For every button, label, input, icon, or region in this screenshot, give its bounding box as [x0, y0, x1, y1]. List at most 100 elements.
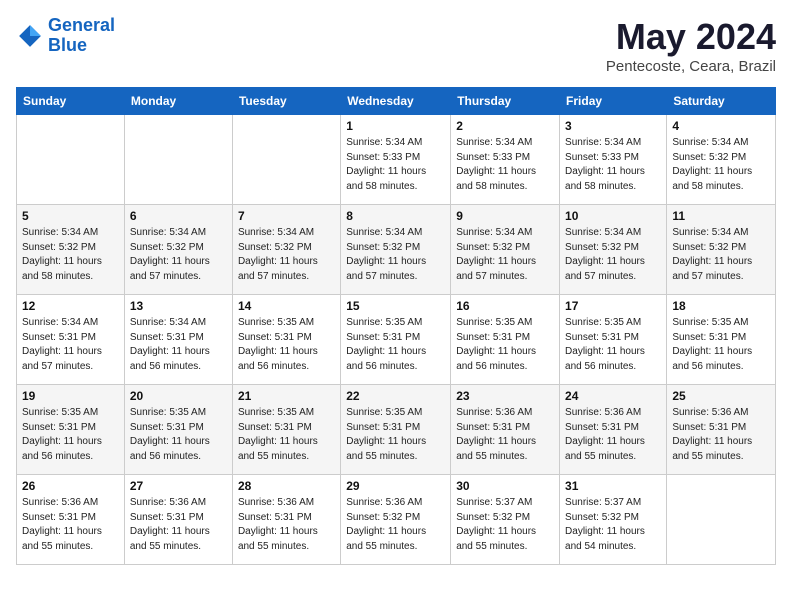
table-row: 9 Sunrise: 5:34 AM Sunset: 5:32 PM Daylig…: [451, 205, 560, 295]
table-row: 26 Sunrise: 5:36 AM Sunset: 5:31 PM Dayli…: [17, 475, 125, 565]
table-row: [124, 115, 232, 205]
day-info: Sunrise: 5:34 AM Sunset: 5:32 PM Dayligh…: [565, 226, 661, 284]
day-info: Sunrise: 5:36 AM Sunset: 5:32 PM Dayligh…: [346, 496, 445, 554]
day-info: Sunrise: 5:36 AM Sunset: 5:31 PM Dayligh…: [456, 406, 554, 464]
day-number: 27: [130, 479, 227, 493]
table-row: 28 Sunrise: 5:36 AM Sunset: 5:31 PM Dayli…: [232, 475, 340, 565]
day-info: Sunrise: 5:35 AM Sunset: 5:31 PM Dayligh…: [565, 316, 661, 374]
day-number: 17: [565, 299, 661, 313]
logo-icon: [16, 22, 44, 50]
table-row: 15Sunrise: 5:35 AM Sunset: 5:31 PM Dayli…: [341, 295, 451, 385]
calendar-body: 1 Sunrise: 5:34 AM Sunset: 5:33 PM Daylig…: [17, 115, 776, 565]
table-row: 16 Sunrise: 5:35 AM Sunset: 5:31 PM Dayli…: [451, 295, 560, 385]
day-info: Sunrise: 5:34 AM Sunset: 5:33 PM Dayligh…: [346, 136, 445, 194]
table-row: 4Sunrise: 5:34 AM Sunset: 5:32 PM Daylig…: [667, 115, 776, 205]
table-row: 20Sunrise: 5:35 AM Sunset: 5:31 PM Dayli…: [124, 385, 232, 475]
day-number: 28: [238, 479, 335, 493]
day-info: Sunrise: 5:35 AM Sunset: 5:31 PM Dayligh…: [346, 316, 445, 374]
day-number: 5: [22, 209, 119, 223]
day-info: Sunrise: 5:36 AM Sunset: 5:31 PM Dayligh…: [22, 496, 119, 554]
col-saturday: Saturday: [667, 88, 776, 115]
day-number: 26: [22, 479, 119, 493]
logo-text: General Blue: [48, 16, 115, 56]
table-row: 21 Sunrise: 5:35 AM Sunset: 5:31 PM Dayli…: [232, 385, 340, 475]
day-info: Sunrise: 5:34 AM Sunset: 5:32 PM Dayligh…: [238, 226, 335, 284]
table-row: 12 Sunrise: 5:34 AM Sunset: 5:31 PM Dayli…: [17, 295, 125, 385]
day-number: 16: [456, 299, 554, 313]
table-row: 8 Sunrise: 5:34 AM Sunset: 5:32 PM Daylig…: [341, 205, 451, 295]
day-info: Sunrise: 5:34 AM Sunset: 5:33 PM Dayligh…: [565, 136, 661, 194]
table-row: 17 Sunrise: 5:35 AM Sunset: 5:31 PM Dayli…: [560, 295, 667, 385]
day-info: Sunrise: 5:34 AM Sunset: 5:31 PM Dayligh…: [22, 316, 119, 374]
table-row: 19 Sunrise: 5:35 AM Sunset: 5:31 PM Dayli…: [17, 385, 125, 475]
day-info: Sunrise: 5:36 AM Sunset: 5:31 PM Dayligh…: [238, 496, 335, 554]
col-friday: Friday: [560, 88, 667, 115]
table-row: [667, 475, 776, 565]
table-row: 27 Sunrise: 5:36 AM Sunset: 5:31 PM Dayli…: [124, 475, 232, 565]
table-row: 10 Sunrise: 5:34 AM Sunset: 5:32 PM Dayli…: [560, 205, 667, 295]
logo: General Blue: [16, 16, 115, 56]
day-number: 4: [672, 119, 770, 133]
col-monday: Monday: [124, 88, 232, 115]
day-number: 20: [130, 389, 227, 403]
day-info: Sunrise: 5:34 AM Sunset: 5:32 PM Dayligh…: [672, 226, 770, 284]
day-info: Sunrise: 5:34 AM Sunset: 5:31 PM Dayligh…: [130, 316, 227, 374]
day-number: 12: [22, 299, 119, 313]
table-row: 31 Sunrise: 5:37 AM Sunset: 5:32 PM Dayli…: [560, 475, 667, 565]
table-row: 23Sunrise: 5:36 AM Sunset: 5:31 PM Dayli…: [451, 385, 560, 475]
day-info: Sunrise: 5:35 AM Sunset: 5:31 PM Dayligh…: [672, 316, 770, 374]
table-row: 1 Sunrise: 5:34 AM Sunset: 5:33 PM Daylig…: [341, 115, 451, 205]
day-info: Sunrise: 5:35 AM Sunset: 5:31 PM Dayligh…: [346, 406, 445, 464]
day-number: 2: [456, 119, 554, 133]
day-info: Sunrise: 5:34 AM Sunset: 5:33 PM Dayligh…: [456, 136, 554, 194]
day-number: 6: [130, 209, 227, 223]
table-row: 24Sunrise: 5:36 AM Sunset: 5:31 PM Dayli…: [560, 385, 667, 475]
page-header: General Blue May 2024 Pentecoste, Ceara,…: [16, 16, 776, 75]
table-row: 30Sunrise: 5:37 AM Sunset: 5:32 PM Dayli…: [451, 475, 560, 565]
day-number: 22: [346, 389, 445, 403]
table-row: 14Sunrise: 5:35 AM Sunset: 5:31 PM Dayli…: [232, 295, 340, 385]
table-row: 29 Sunrise: 5:36 AM Sunset: 5:32 PM Dayli…: [341, 475, 451, 565]
col-thursday: Thursday: [451, 88, 560, 115]
day-info: Sunrise: 5:35 AM Sunset: 5:31 PM Dayligh…: [238, 406, 335, 464]
day-number: 14: [238, 299, 335, 313]
col-wednesday: Wednesday: [341, 88, 451, 115]
day-info: Sunrise: 5:36 AM Sunset: 5:31 PM Dayligh…: [672, 406, 770, 464]
table-row: 22 Sunrise: 5:35 AM Sunset: 5:31 PM Dayli…: [341, 385, 451, 475]
day-number: 13: [130, 299, 227, 313]
col-sunday: Sunday: [17, 88, 125, 115]
day-number: 9: [456, 209, 554, 223]
table-row: 11Sunrise: 5:34 AM Sunset: 5:32 PM Dayli…: [667, 205, 776, 295]
calendar-header: Sunday Monday Tuesday Wednesday Thursday…: [17, 88, 776, 115]
day-number: 31: [565, 479, 661, 493]
day-info: Sunrise: 5:34 AM Sunset: 5:32 PM Dayligh…: [22, 226, 119, 284]
col-tuesday: Tuesday: [232, 88, 340, 115]
day-info: Sunrise: 5:36 AM Sunset: 5:31 PM Dayligh…: [130, 496, 227, 554]
calendar-table: Sunday Monday Tuesday Wednesday Thursday…: [16, 87, 776, 565]
table-row: [232, 115, 340, 205]
day-info: Sunrise: 5:34 AM Sunset: 5:32 PM Dayligh…: [346, 226, 445, 284]
table-row: 25 Sunrise: 5:36 AM Sunset: 5:31 PM Dayli…: [667, 385, 776, 475]
day-number: 30: [456, 479, 554, 493]
table-row: 6 Sunrise: 5:34 AM Sunset: 5:32 PM Daylig…: [124, 205, 232, 295]
day-number: 24: [565, 389, 661, 403]
day-info: Sunrise: 5:35 AM Sunset: 5:31 PM Dayligh…: [22, 406, 119, 464]
day-info: Sunrise: 5:35 AM Sunset: 5:31 PM Dayligh…: [456, 316, 554, 374]
day-number: 3: [565, 119, 661, 133]
day-number: 7: [238, 209, 335, 223]
day-number: 29: [346, 479, 445, 493]
table-row: 13 Sunrise: 5:34 AM Sunset: 5:31 PM Dayli…: [124, 295, 232, 385]
day-number: 10: [565, 209, 661, 223]
day-number: 19: [22, 389, 119, 403]
day-info: Sunrise: 5:34 AM Sunset: 5:32 PM Dayligh…: [130, 226, 227, 284]
day-info: Sunrise: 5:37 AM Sunset: 5:32 PM Dayligh…: [565, 496, 661, 554]
table-row: 3 Sunrise: 5:34 AM Sunset: 5:33 PM Daylig…: [560, 115, 667, 205]
table-row: 2 Sunrise: 5:34 AM Sunset: 5:33 PM Daylig…: [451, 115, 560, 205]
day-number: 25: [672, 389, 770, 403]
day-info: Sunrise: 5:34 AM Sunset: 5:32 PM Dayligh…: [456, 226, 554, 284]
month-title: May 2024: [606, 16, 776, 58]
day-number: 1: [346, 119, 445, 133]
day-number: 21: [238, 389, 335, 403]
table-row: 7 Sunrise: 5:34 AM Sunset: 5:32 PM Daylig…: [232, 205, 340, 295]
day-number: 8: [346, 209, 445, 223]
